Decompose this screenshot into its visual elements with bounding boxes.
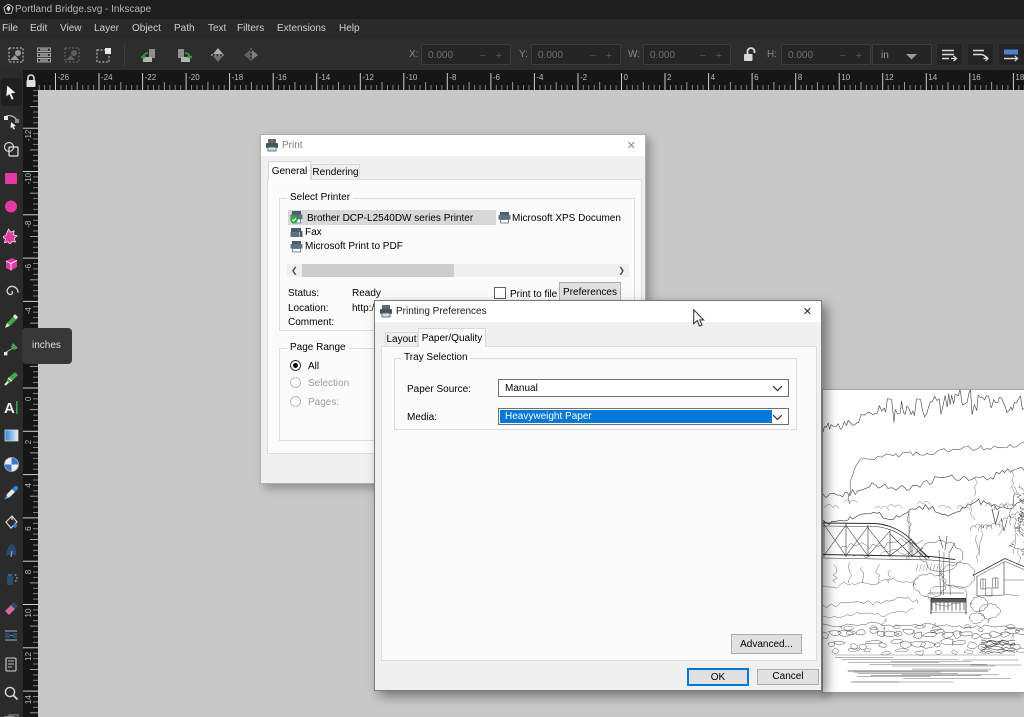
svg-text:6: 6 (24, 526, 33, 531)
svg-text:-20: -20 (188, 73, 200, 82)
svg-text:-6: -6 (24, 263, 33, 271)
svg-text:16: 16 (972, 73, 981, 82)
svg-text:-18: -18 (232, 73, 244, 82)
svg-text:2: 2 (667, 73, 672, 82)
svg-text:-2: -2 (580, 73, 588, 82)
svg-text:18: 18 (1015, 73, 1024, 82)
svg-text:-22: -22 (145, 73, 157, 82)
svg-text:12: 12 (885, 73, 894, 82)
svg-text:-4: -4 (24, 307, 33, 315)
svg-text:0: 0 (24, 396, 33, 401)
svg-text:8: 8 (798, 73, 803, 82)
svg-text:-10: -10 (406, 73, 418, 82)
svg-text:8: 8 (24, 569, 33, 574)
svg-text:-26: -26 (58, 73, 70, 82)
svg-text:-10: -10 (24, 172, 33, 184)
svg-text:10: 10 (24, 608, 33, 617)
svg-text:-8: -8 (24, 220, 33, 228)
svg-text:-14: -14 (319, 73, 331, 82)
svg-text:-12: -12 (24, 129, 33, 141)
svg-text:A: A (4, 400, 15, 416)
svg-text:14: 14 (928, 73, 937, 82)
svg-text:14: 14 (24, 695, 33, 704)
svg-text:-6: -6 (493, 73, 501, 82)
svg-text:0: 0 (624, 73, 629, 82)
svg-text:4: 4 (711, 73, 716, 82)
svg-text:10: 10 (841, 73, 850, 82)
svg-text:12: 12 (24, 651, 33, 660)
svg-text:-4: -4 (536, 73, 544, 82)
svg-text:4: 4 (24, 483, 33, 488)
svg-text:-8: -8 (449, 73, 457, 82)
svg-text:-24: -24 (101, 73, 113, 82)
svg-text:-12: -12 (362, 73, 374, 82)
svg-text:-16: -16 (275, 73, 287, 82)
svg-text:6: 6 (754, 73, 759, 82)
svg-text:2: 2 (24, 439, 33, 444)
